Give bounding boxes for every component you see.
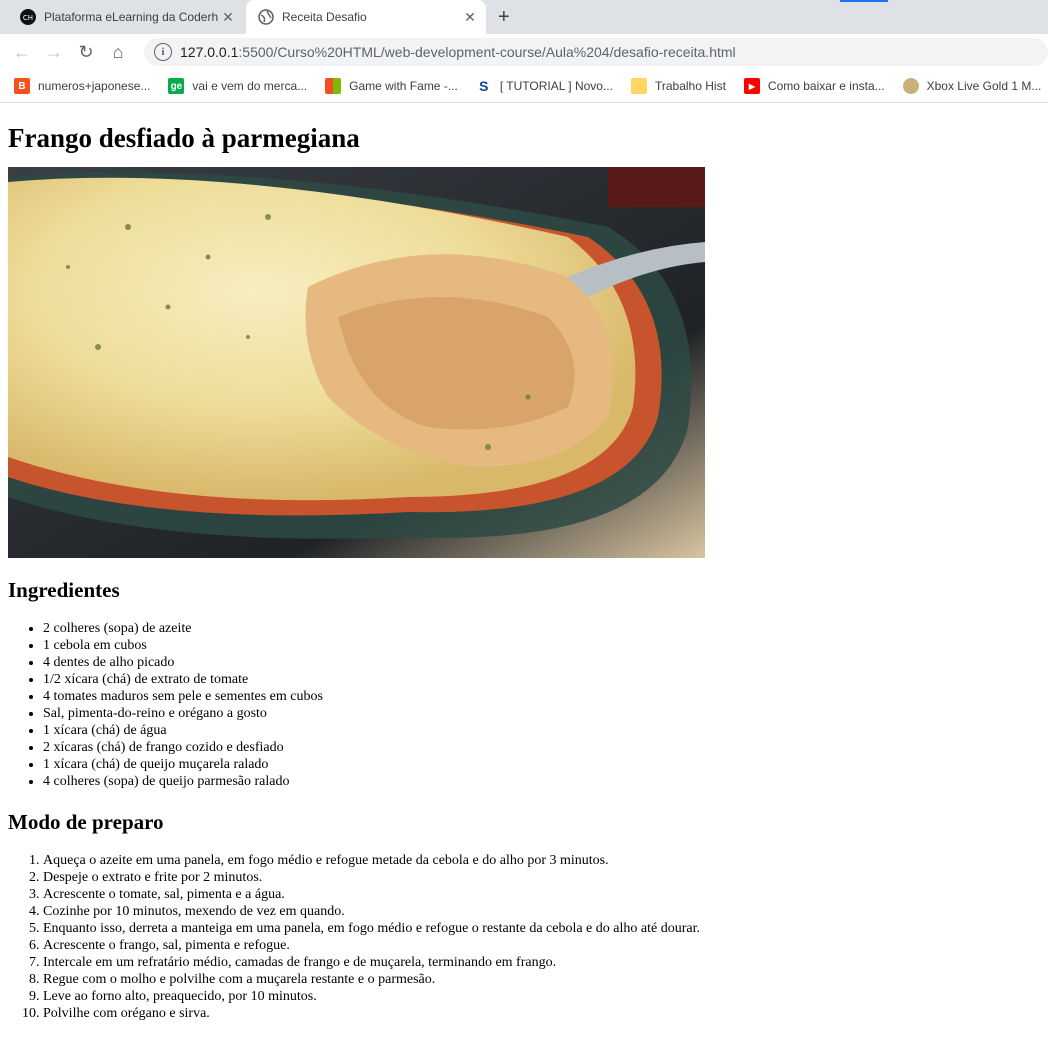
list-item: Sal, pimenta-do-reino e orégano a gosto [43,705,1048,722]
browser-chrome: CH Plataforma eLearning da Coderhouse ✕ … [0,0,1048,103]
list-item: 4 colheres (sopa) de queijo parmesão ral… [43,773,1048,790]
bookmark-item[interactable]: Bnumeros+japonese... [14,78,150,94]
tab-coderhouse[interactable]: CH Plataforma eLearning da Coderhouse ✕ [8,0,244,34]
list-item: Polvilhe com orégano e sirva. [43,1005,1048,1022]
list-item: 1 xícara (chá) de água [43,722,1048,739]
tab-strip-accent [840,0,888,2]
url-path: :5500/Curso%20HTML/web-development-cours… [238,44,736,60]
close-tab-icon[interactable]: ✕ [218,9,238,26]
list-item: Regue com o molho e polvilhe com a muçar… [43,971,1048,988]
xbox-icon [902,78,919,94]
tab-title: Plataforma eLearning da Coderhouse [44,10,218,24]
bookmark-label: Trabalho Hist [654,79,726,93]
list-item: 4 dentes de alho picado [43,654,1048,671]
ge-icon: ge [168,78,185,94]
tab-strip: CH Plataforma eLearning da Coderhouse ✕ … [0,0,1048,34]
globe-icon [258,9,274,25]
list-item: Despeje o extrato e frite por 2 minutos. [43,869,1048,886]
home-icon[interactable]: ⌂ [102,42,134,63]
bookmark-label: vai e vem do merca... [192,79,308,93]
bookmark-item[interactable]: Xbox Live Gold 1 M... [902,78,1042,94]
bookmarks-bar: Bnumeros+japonese... ge vai e vem do merc… [0,70,1048,103]
list-item: Intercale em um refratário médio, camada… [43,954,1048,971]
s-logo-icon: S [475,78,492,94]
reload-icon[interactable]: ↻ [70,42,102,63]
youtube-icon: ▶ [743,78,760,94]
bookmark-label: Xbox Live Gold 1 M... [926,79,1042,93]
bookmark-label: Game with Fame -... [349,79,458,93]
ingredients-list: 2 colheres (sopa) de azeite 1 cebola em … [8,620,1048,790]
tab-receita-desafio[interactable]: Receita Desafio ✕ [246,0,486,34]
folder-icon [630,78,647,94]
bookmark-label: Como baixar e insta... [767,79,885,93]
list-item: 1 cebola em cubos [43,637,1048,654]
windows-icon [325,78,342,94]
recipe-photo [8,167,705,558]
list-item: Acrescente o tomate, sal, pimenta e a ág… [43,886,1048,903]
coderhouse-favicon-icon: CH [20,9,36,25]
navigation-toolbar: ← → ↻ ⌂ i 127.0.0.1:5500/Curso%20HTML/we… [0,34,1048,70]
forward-arrow-icon[interactable]: → [38,42,70,63]
list-item: Cozinhe por 10 minutos, mexendo de vez e… [43,903,1048,920]
ingredients-heading: Ingredientes [8,578,120,602]
bookmark-item[interactable]: S [ TUTORIAL ] Novo... [475,78,613,94]
url-host: 127.0.0.1 [180,44,239,60]
svg-text:CH: CH [23,14,33,22]
bookmark-item[interactable]: Game with Fame -... [325,78,458,94]
list-item: Leve ao forno alto, preaquecido, por 10 … [43,988,1048,1005]
steps-list: Aqueça o azeite em uma panela, em fogo m… [8,852,1048,1022]
back-arrow-icon[interactable]: ← [6,42,38,63]
list-item: 1/2 xícara (chá) de extrato de tomate [43,671,1048,688]
blogger-icon: B [14,78,30,94]
page-title: Frango desfiado à parmegiana [8,123,360,153]
bookmark-label: [ TUTORIAL ] Novo... [499,79,613,93]
list-item: 2 colheres (sopa) de azeite [43,620,1048,637]
bookmark-item[interactable]: ge vai e vem do merca... [168,78,307,94]
list-item: 2 xícaras (chá) de frango cozido e desfi… [43,739,1048,756]
plus-icon[interactable]: + [498,5,510,29]
list-item: Acrescente o frango, sal, pimenta e refo… [43,937,1048,954]
bookmark-item[interactable]: ▶ Como baixar e insta... [743,78,885,94]
list-item: Aqueça o azeite em uma panela, em fogo m… [43,852,1048,869]
site-info-icon[interactable]: i [154,43,172,61]
steps-heading: Modo de preparo [8,810,164,834]
list-item: Enquanto isso, derreta a manteiga em uma… [43,920,1048,937]
list-item: 4 tomates maduros sem pele e sementes em… [43,688,1048,705]
bookmark-item[interactable]: Trabalho Hist [630,78,726,94]
list-item: 1 xícara (chá) de queijo muçarela ralado [43,756,1048,773]
close-tab-icon[interactable]: ✕ [460,9,480,26]
tab-title: Receita Desafio [282,10,367,24]
page-content: Frango desfiado à parmegiana Ingrediente… [0,123,1048,1022]
address-bar[interactable]: i 127.0.0.1:5500/Curso%20HTML/web-develo… [144,38,1048,66]
bookmark-label: numeros+japonese... [38,79,151,93]
